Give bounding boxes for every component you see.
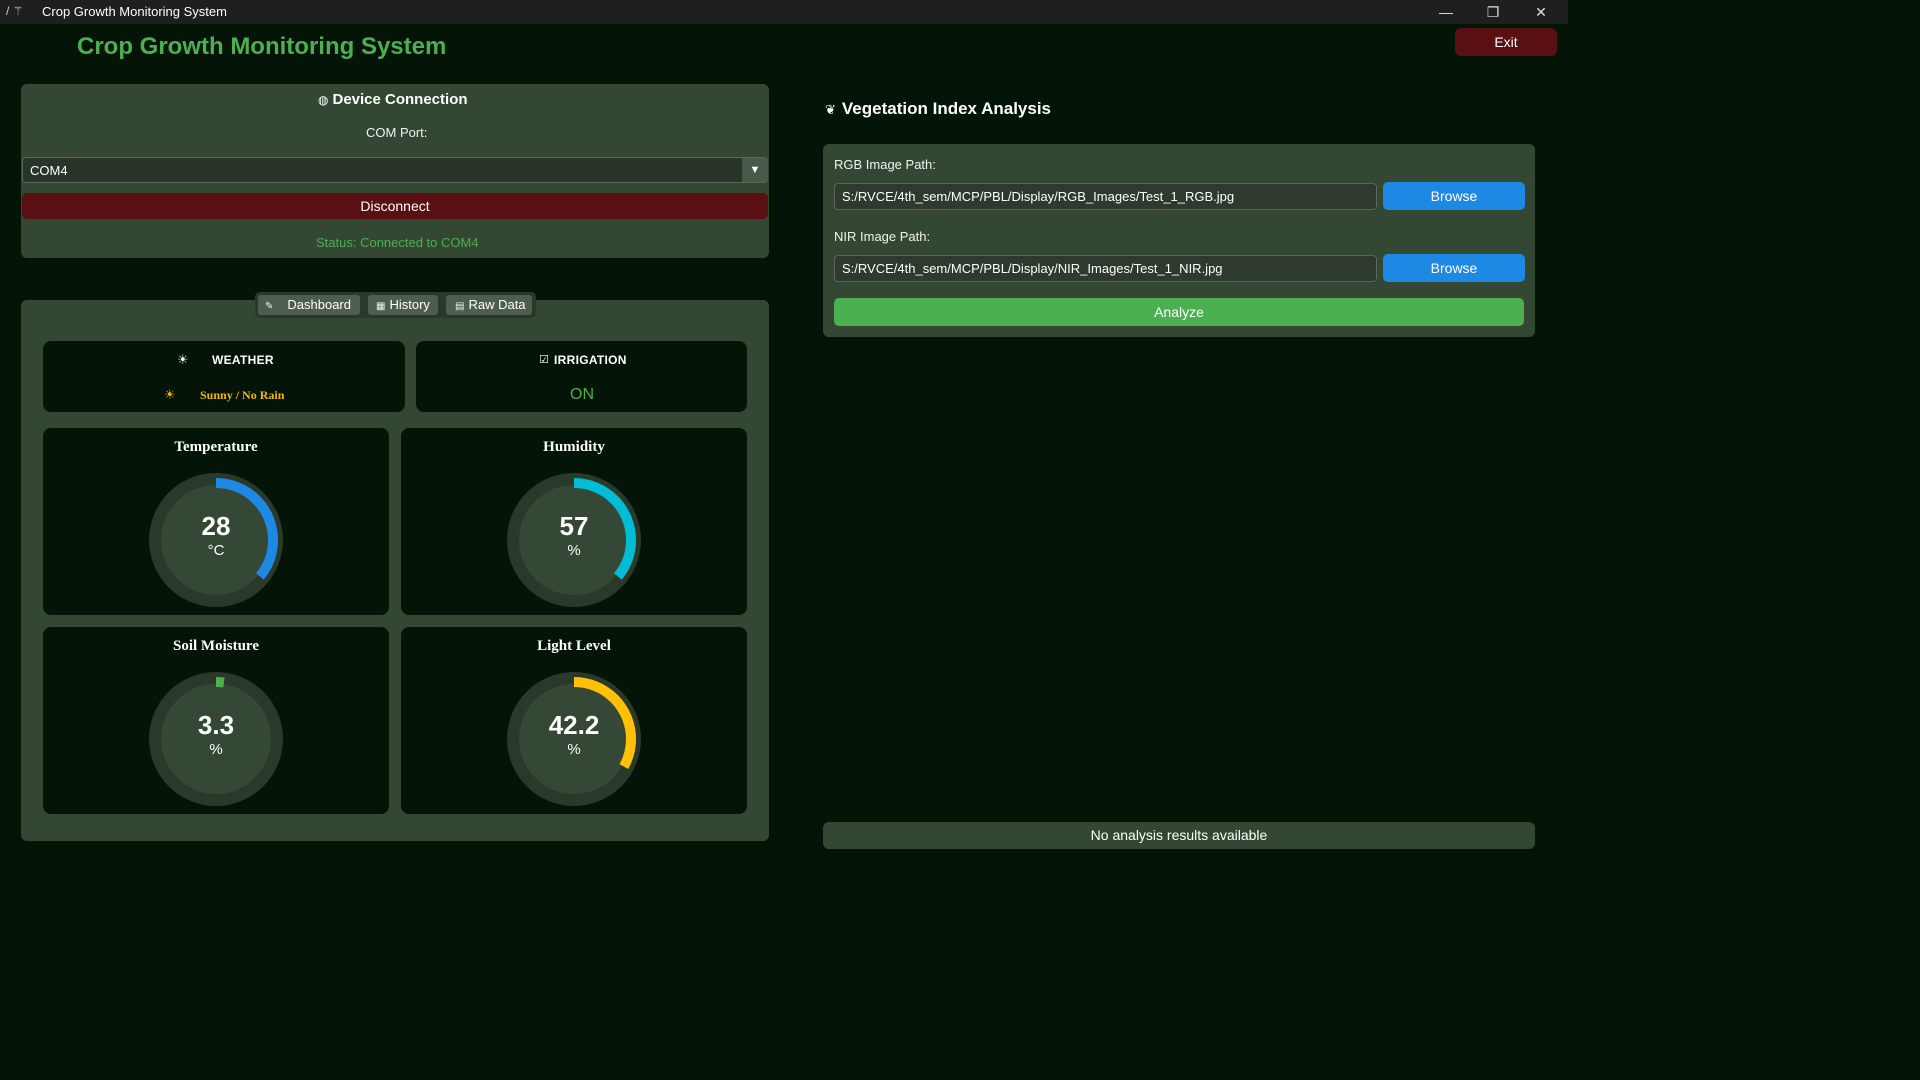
temperature-title: Temperature (174, 439, 258, 455)
tab-raw-data-label: Raw Data (468, 297, 526, 312)
tab-history[interactable]: ▦ History (368, 295, 438, 315)
light-level-card: Light Level 42.2% (401, 627, 747, 814)
restore-button[interactable]: ❐ (1470, 0, 1516, 24)
rgb-browse-button[interactable]: Browse (1383, 182, 1525, 210)
checkbox-icon: ☑ (539, 354, 549, 366)
light-level-unit: % (567, 741, 581, 758)
com-port-select[interactable]: COM4 (22, 157, 768, 183)
com-port-value: COM4 (30, 163, 68, 178)
minimize-button[interactable]: — (1423, 0, 1469, 24)
weather-title: WEATHER (212, 353, 274, 367)
tab-raw-data[interactable]: ▤ Raw Data (446, 295, 532, 315)
irrigation-value: ON (570, 386, 594, 403)
connection-status: Status: Connected to COM4 (316, 235, 479, 250)
dashboard-icon: ✎ (265, 301, 274, 312)
soil-moisture-title: Soil Moisture (173, 638, 259, 654)
sun-icon: ☀ (164, 387, 176, 402)
temperature-unit: °C (207, 542, 225, 559)
humidity-value: 57 (559, 511, 589, 541)
window-title: Crop Growth Monitoring System (42, 4, 227, 19)
nir-path-input[interactable] (834, 255, 1377, 282)
chevron-down-icon[interactable]: ▼ (742, 158, 768, 182)
soil-moisture-card: Soil Moisture 3.3% (43, 627, 389, 814)
weather-value: Sunny / No Rain (200, 388, 285, 402)
vegetation-heading: ❦ Vegetation Index Analysis (825, 99, 1051, 119)
humidity-title: Humidity (543, 439, 605, 455)
app-title: Crop Growth Monitoring System (77, 33, 447, 60)
clipboard-icon: ▤ (455, 301, 465, 312)
exit-button[interactable]: Exit (1455, 28, 1557, 56)
leaf-icon: ❦ (825, 102, 836, 117)
close-button[interactable]: ✕ (1518, 0, 1564, 24)
humidity-unit: % (567, 542, 581, 559)
disconnect-button[interactable]: Disconnect (22, 193, 768, 219)
humidity-card: Humidity 57% (401, 428, 747, 615)
tab-dashboard[interactable]: ✎ Dashboard (258, 295, 360, 315)
irrigation-title: IRRIGATION (554, 353, 627, 367)
tab-history-label: History (389, 297, 430, 312)
light-level-title: Light Level (537, 638, 611, 654)
analysis-results: No analysis results available (823, 822, 1535, 849)
soil-moisture-unit: % (209, 741, 223, 758)
soil-moisture-value: 3.3 (197, 710, 235, 740)
tab-dashboard-label: Dashboard (287, 297, 351, 312)
light-level-value: 42.2 (548, 710, 600, 740)
temperature-value: 28 (201, 511, 231, 541)
rgb-path-label: RGB Image Path: (834, 157, 936, 172)
chart-icon: ▦ (376, 301, 386, 312)
vegetation-heading-label: Vegetation Index Analysis (841, 99, 1052, 118)
nir-path-label: NIR Image Path: (834, 229, 931, 244)
app-icon: / ⚚ (6, 4, 24, 18)
globe-icon: ◍ (318, 93, 329, 107)
sun-icon: ☀ (177, 352, 189, 367)
com-port-label: COM Port: (366, 125, 428, 140)
device-heading-label: Device Connection (332, 91, 468, 108)
device-connection-heading: ◍ Device Connection (318, 91, 468, 108)
rgb-path-input[interactable] (834, 183, 1377, 210)
analyze-button[interactable]: Analyze (834, 298, 1524, 326)
window-titlebar: / ⚚ Crop Growth Monitoring System — ❐ ✕ (0, 0, 1568, 24)
nir-browse-button[interactable]: Browse (1383, 254, 1525, 282)
temperature-card: Temperature 28 °C (43, 428, 389, 615)
